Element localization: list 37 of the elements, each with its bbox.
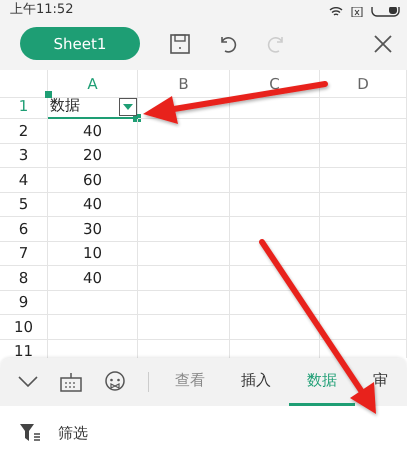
row-number[interactable]: 2	[0, 119, 48, 144]
row-number[interactable]: 9	[0, 290, 48, 315]
selection-handle[interactable]	[45, 90, 52, 98]
column-header[interactable]: C	[230, 70, 320, 98]
row-number[interactable]: 6	[0, 217, 48, 242]
table-cell: 40	[48, 192, 138, 217]
row-number[interactable]: 10	[0, 315, 48, 340]
filter-dropdown[interactable]	[119, 98, 137, 116]
chevron-down-icon[interactable]	[18, 376, 38, 388]
table-cell: 40	[48, 266, 138, 290]
ribbon-tab[interactable]: 审	[355, 358, 406, 406]
column-header[interactable]: D	[320, 70, 407, 98]
battery-icon	[371, 7, 401, 17]
status-time: 上午11:52	[10, 3, 74, 16]
cell-text: 数据	[50, 96, 80, 116]
row-number[interactable]: 5	[0, 192, 48, 217]
table-cell: 20	[48, 144, 138, 168]
column-header[interactable]: B	[138, 70, 230, 98]
filter-icon	[20, 424, 40, 442]
caret-icon	[123, 104, 133, 110]
table-cell: 30	[48, 217, 138, 242]
table-cell: 60	[48, 168, 138, 192]
row-number[interactable]: 8	[0, 266, 48, 290]
wifi-icon	[329, 7, 343, 17]
close-icon[interactable]	[373, 34, 393, 54]
selected-cell[interactable]: 数据	[48, 94, 138, 119]
row-number[interactable]: 3	[0, 144, 48, 168]
ribbon-tab[interactable]: 插入	[223, 358, 289, 406]
table-cell: 40	[48, 119, 138, 144]
filter-option[interactable]: 筛选	[58, 424, 88, 442]
table-cell: 10	[48, 242, 138, 266]
smiley-icon[interactable]	[104, 371, 126, 393]
keyboard-icon[interactable]	[60, 372, 82, 392]
save-icon[interactable]	[170, 34, 190, 54]
row-number[interactable]: 4	[0, 168, 48, 192]
row-number[interactable]: 7	[0, 242, 48, 266]
sim-icon	[351, 7, 363, 17]
